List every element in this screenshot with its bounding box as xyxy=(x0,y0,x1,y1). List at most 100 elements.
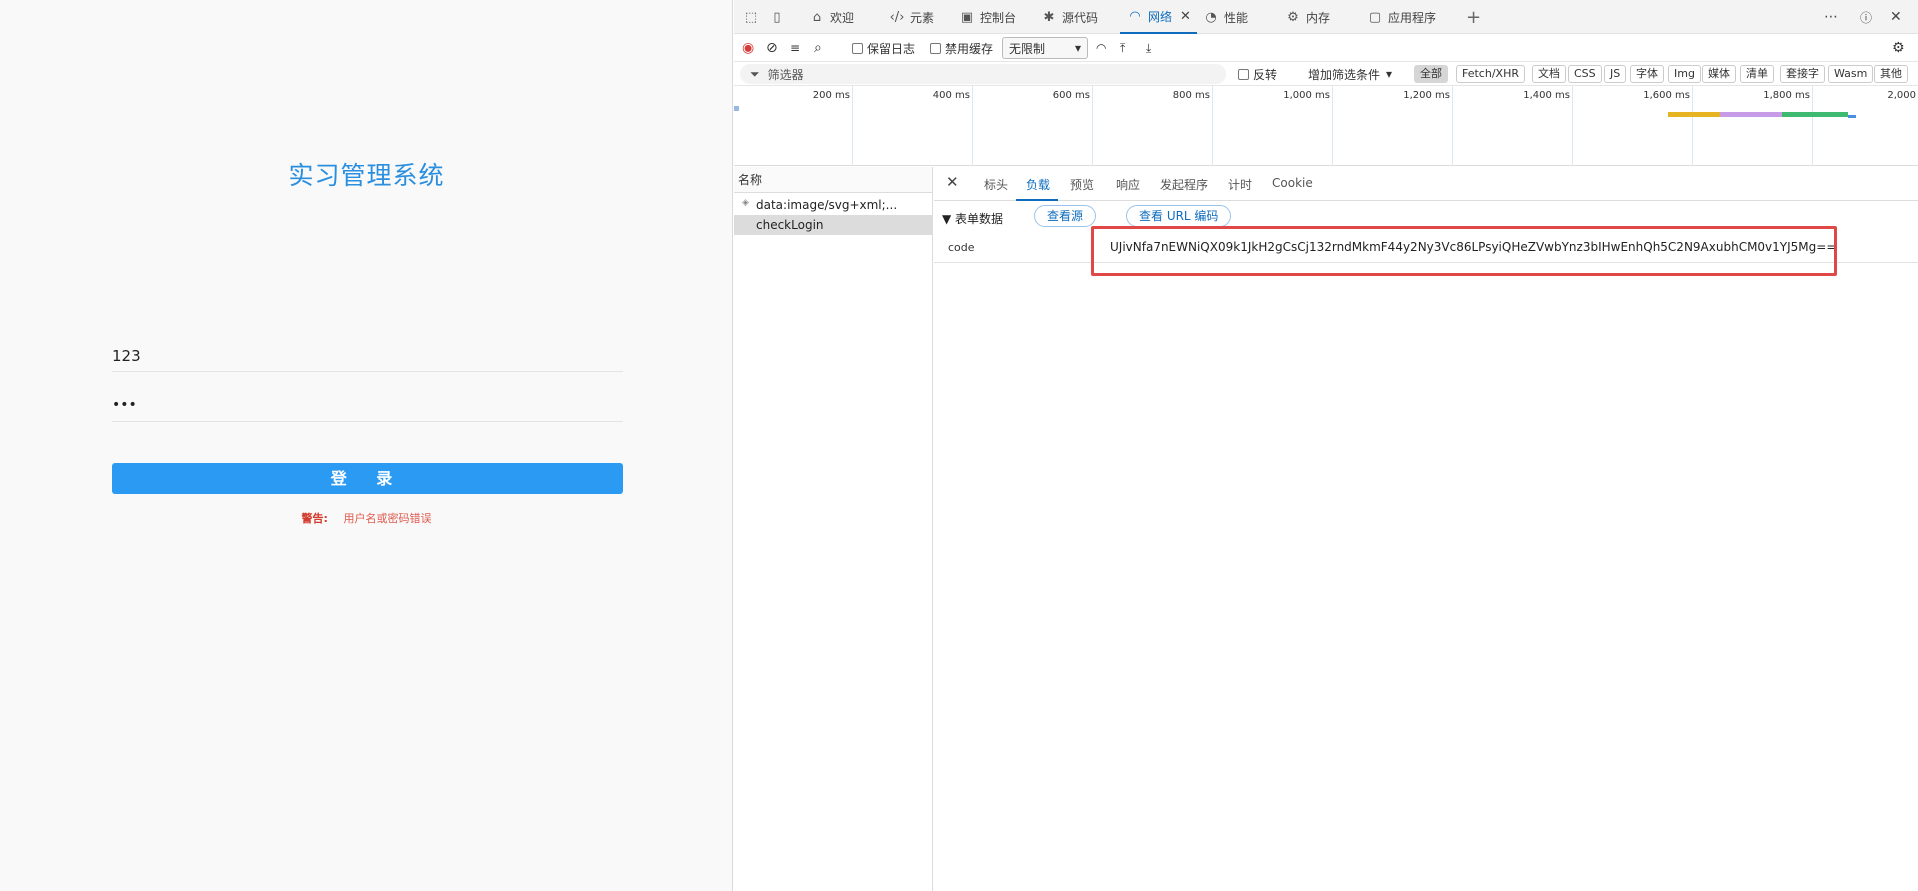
timeline-bar xyxy=(1848,115,1856,118)
network-conditions-icon[interactable]: ◠ xyxy=(1096,38,1106,58)
filter-type-fetch-xhr[interactable]: Fetch/XHR xyxy=(1456,65,1525,83)
login-button[interactable]: 登 录 xyxy=(112,463,623,494)
app-icon: ▢ xyxy=(1368,9,1382,25)
warning-text: 用户名或密码错误 xyxy=(343,512,432,525)
device-emulation-icon[interactable]: ▯ xyxy=(768,0,790,34)
memory-icon: ⚙ xyxy=(1287,9,1299,25)
tab-performance[interactable]: ◔ 性能 xyxy=(1202,0,1248,34)
tick-label: 1,200 ms xyxy=(1403,90,1450,101)
import-har-icon[interactable]: ⤒ xyxy=(1120,38,1125,58)
filter-type-all[interactable]: 全部 xyxy=(1414,65,1448,83)
timeline-overview[interactable]: 200 ms 400 ms 600 ms 800 ms 1,000 ms 1,2… xyxy=(734,86,1918,166)
filter-input[interactable]: ⏷ 筛选器 xyxy=(740,64,1226,84)
request-row[interactable]: ◈ data:image/svg+xml;... xyxy=(734,195,932,215)
preserve-log-checkbox[interactable]: 保留日志 xyxy=(852,38,915,58)
tab-network[interactable]: ◠ 网络 ✕ xyxy=(1120,0,1197,34)
tab-timing[interactable]: 计时 xyxy=(1228,176,1252,193)
tick-label: 800 ms xyxy=(1172,90,1210,101)
code-icon: ‹/› xyxy=(889,9,905,25)
timeline-bar xyxy=(1782,112,1848,117)
page-title: 实习管理系统 xyxy=(288,161,445,190)
help-icon[interactable]: ⓘ xyxy=(1860,0,1872,34)
filter-type-wasm[interactable]: Wasm xyxy=(1828,65,1874,83)
filter-type-js[interactable]: JS xyxy=(1604,65,1627,83)
username-input[interactable]: 123 xyxy=(112,342,623,372)
console-icon: ▣ xyxy=(960,9,974,25)
network-toolbar: ◉ ⊘ ≡ ⌕ 保留日志 禁用缓存 无限制 ▾ ◠ ⤒ ⤓ ⚙ xyxy=(734,34,1918,62)
gauge-icon: ◔ xyxy=(1205,9,1217,25)
settings-gear-icon[interactable]: ⚙ xyxy=(1892,38,1905,58)
tab-headers[interactable]: 标头 xyxy=(984,176,1008,193)
filter-icon: ⏷ xyxy=(750,66,760,81)
timeline-bar xyxy=(1668,112,1720,117)
svg-file-icon: ◈ xyxy=(742,198,749,208)
filter-type-img[interactable]: Img xyxy=(1668,65,1701,83)
tab-console[interactable]: ▣ 控制台 xyxy=(958,0,1016,34)
form-data-toggle[interactable]: ▼ 表单数据 xyxy=(942,210,1003,227)
timeline-bar xyxy=(734,106,739,111)
tab-payload[interactable]: 负载 xyxy=(1026,176,1050,193)
tab-initiator[interactable]: 发起程序 xyxy=(1160,176,1208,193)
throttle-select[interactable]: 无限制 ▾ xyxy=(1002,37,1088,59)
close-icon[interactable]: ✕ xyxy=(1180,9,1191,24)
filter-type-websocket[interactable]: 套接字 xyxy=(1780,65,1825,83)
form-field-key: code xyxy=(948,241,975,254)
tick-label: 200 ms xyxy=(812,90,850,101)
filter-type-font[interactable]: 字体 xyxy=(1630,65,1664,83)
filter-type-media[interactable]: 媒体 xyxy=(1702,65,1736,83)
tick-label: 1,000 ms xyxy=(1283,90,1330,101)
filter-type-other[interactable]: 其他 xyxy=(1874,65,1908,83)
tab-response[interactable]: 响应 xyxy=(1116,176,1140,193)
more-options-icon[interactable]: ⋯ xyxy=(1824,0,1838,34)
tick-label: 400 ms xyxy=(932,90,970,101)
record-icon[interactable]: ◉ xyxy=(742,38,754,58)
name-column-header[interactable]: 名称 xyxy=(734,167,932,193)
tab-preview[interactable]: 预览 xyxy=(1070,176,1094,193)
request-list: 名称 ◈ data:image/svg+xml;... checkLogin xyxy=(734,167,933,891)
tab-welcome[interactable]: ⌂ 欢迎 xyxy=(808,0,854,34)
request-detail-panel: ✕ 标头 负载 预览 响应 发起程序 计时 Cookie ▼ 表单数据 查看源 … xyxy=(934,167,1918,891)
invert-checkbox[interactable]: 反转 xyxy=(1238,64,1277,84)
close-devtools-icon[interactable]: ✕ xyxy=(1890,0,1902,34)
detail-tab-bar: ✕ 标头 负载 预览 响应 发起程序 计时 Cookie xyxy=(934,167,1918,201)
tick-label: 1,800 ms xyxy=(1763,90,1810,101)
warning-message: 警告: 用户名或密码错误 xyxy=(0,510,733,526)
devtools-panel: ⬚ ▯ ⌂ 欢迎 ‹/› 元素 ▣ 控制台 ✱ 源代码 ◠ 网络 ✕ ◔ 性能 ⚙ 内存 ▢ 应… xyxy=(734,0,1918,891)
filter-toggle-icon[interactable]: ≡ xyxy=(790,38,800,58)
request-row[interactable]: checkLogin xyxy=(734,215,932,235)
timeline-bar xyxy=(1720,112,1782,117)
tick-label: 1,400 ms xyxy=(1523,90,1570,101)
tab-memory[interactable]: ⚙ 内存 xyxy=(1284,0,1330,34)
tick-label: 1,600 ms xyxy=(1643,90,1690,101)
search-icon[interactable]: ⌕ xyxy=(814,38,822,58)
view-source-button[interactable]: 查看源 xyxy=(1034,205,1097,227)
tick-label: 2,000 xyxy=(1887,90,1916,101)
password-input[interactable]: ••• xyxy=(112,392,623,422)
bug-icon: ✱ xyxy=(1043,9,1055,25)
tab-cookies[interactable]: Cookie xyxy=(1272,176,1313,190)
export-har-icon[interactable]: ⤓ xyxy=(1146,38,1151,58)
filter-bar: ⏷ 筛选器 反转 增加筛选条件 ▾ 全部 Fetch/XHR 文档 CSS JS … xyxy=(734,62,1918,86)
tick-label: 600 ms xyxy=(1052,90,1090,101)
view-url-encoded-button[interactable]: 查看 URL 编码 xyxy=(1126,205,1232,227)
disable-cache-checkbox[interactable]: 禁用缓存 xyxy=(930,38,993,58)
filter-type-css[interactable]: CSS xyxy=(1568,65,1602,83)
wifi-icon: ◠ xyxy=(1129,8,1141,24)
tab-elements[interactable]: ‹/› 元素 xyxy=(888,0,934,34)
close-detail-icon[interactable]: ✕ xyxy=(946,173,959,191)
chevron-down-icon: ▾ xyxy=(1386,67,1393,81)
home-icon: ⌂ xyxy=(812,9,822,25)
tab-application[interactable]: ▢ 应用程序 xyxy=(1366,0,1436,34)
devtools-tab-bar: ⬚ ▯ ⌂ 欢迎 ‹/› 元素 ▣ 控制台 ✱ 源代码 ◠ 网络 ✕ ◔ 性能 ⚙ 内存 ▢ 应… xyxy=(734,0,1918,34)
add-tab-icon[interactable]: + xyxy=(1466,0,1481,34)
clear-icon[interactable]: ⊘ xyxy=(766,38,778,58)
warning-label: 警告: xyxy=(301,512,328,525)
chevron-down-icon: ▾ xyxy=(1074,41,1081,55)
inspect-element-icon[interactable]: ⬚ xyxy=(742,0,764,34)
highlight-annotation-box xyxy=(1091,226,1837,276)
tab-sources[interactable]: ✱ 源代码 xyxy=(1040,0,1098,34)
filter-type-manifest[interactable]: 清单 xyxy=(1740,65,1774,83)
more-filters-dropdown[interactable]: 增加筛选条件 ▾ xyxy=(1308,64,1392,84)
filter-type-doc[interactable]: 文档 xyxy=(1532,65,1566,83)
login-page: 实习管理系统 123 ••• 登 录 警告: 用户名或密码错误 xyxy=(0,0,733,891)
